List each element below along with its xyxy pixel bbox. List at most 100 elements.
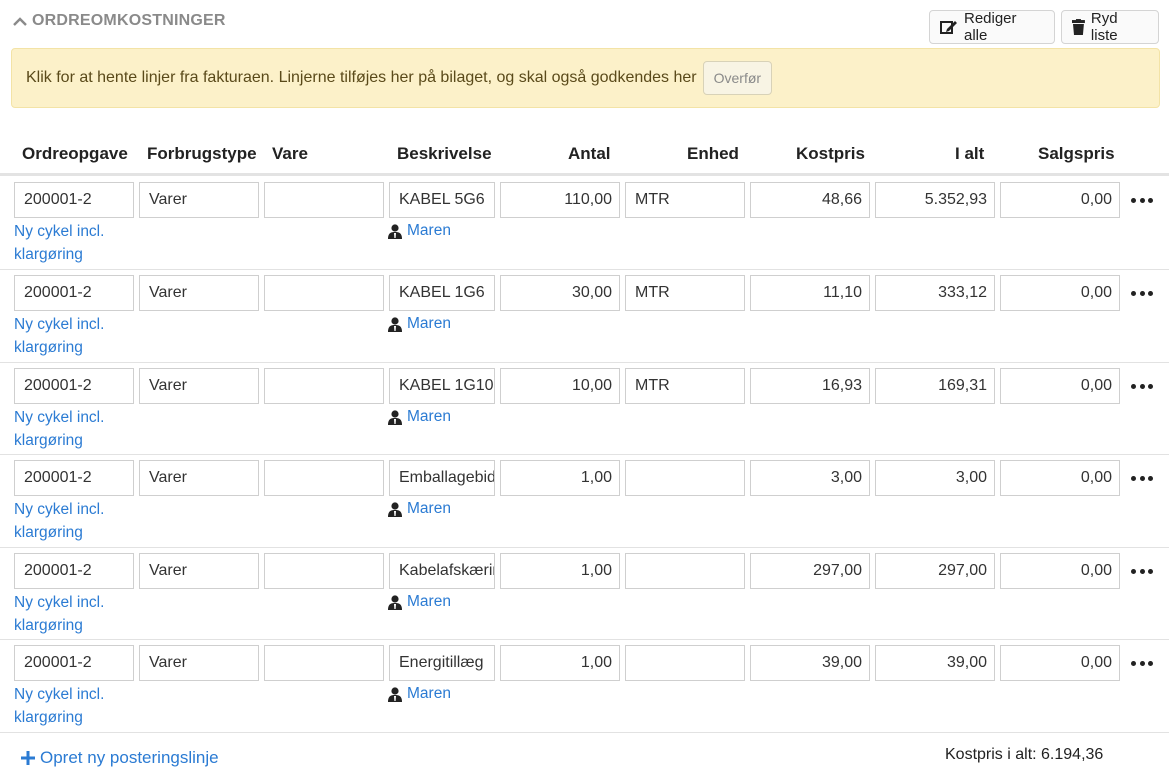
enhed-input[interactable]: MTR <box>625 275 745 311</box>
antal-input[interactable]: 110,00 <box>500 182 620 218</box>
notice-text: Klik for at hente linjer fra fakturaen. … <box>26 69 697 86</box>
vare-input[interactable] <box>264 182 384 218</box>
beskrivelse-input[interactable]: Kabelafskæring <box>389 553 495 589</box>
transfer-button[interactable]: Overfør <box>702 61 773 95</box>
new-line-button[interactable]: Opret ny posteringslinje <box>20 748 219 768</box>
more-dots-icon[interactable] <box>1131 655 1153 671</box>
i-alt-input[interactable]: 333,12 <box>875 275 995 311</box>
forbrugstype-input[interactable]: Varer <box>139 460 259 496</box>
kostpris-input[interactable]: 297,00 <box>750 553 870 589</box>
person-name: Maren <box>407 500 451 517</box>
task-link[interactable]: Ny cykel incl. <box>14 498 104 521</box>
forbrugstype-input[interactable]: Varer <box>139 553 259 589</box>
table-row: 200001-2 Varer KABEL 1G6 30,00 MTR 11,10 333,1… <box>0 271 1169 363</box>
vare-input[interactable] <box>264 553 384 589</box>
person-icon <box>388 223 402 239</box>
ordreopgave-input[interactable]: 200001-2 <box>14 368 134 404</box>
person-icon <box>388 316 402 332</box>
ordreopgave-input[interactable]: 200001-2 <box>14 182 134 218</box>
salgspris-input[interactable]: 0,00 <box>1000 368 1120 404</box>
task-link[interactable]: Ny cykel incl. <box>14 220 104 243</box>
task-link[interactable]: Ny cykel incl. <box>14 591 104 614</box>
antal-input[interactable]: 30,00 <box>500 275 620 311</box>
enhed-input[interactable] <box>625 460 745 496</box>
salgspris-input[interactable]: 0,00 <box>1000 275 1120 311</box>
column-header-enhed: Enhed <box>687 144 739 163</box>
more-dots-icon[interactable] <box>1131 192 1153 208</box>
beskrivelse-input[interactable]: Emballagebidrag <box>389 460 495 496</box>
i-alt-input[interactable]: 3,00 <box>875 460 995 496</box>
vare-input[interactable] <box>264 275 384 311</box>
task-link[interactable]: Ny cykel incl. <box>14 313 104 336</box>
antal-input[interactable]: 10,00 <box>500 368 620 404</box>
column-header-i-alt: I alt <box>955 144 985 163</box>
antal-input[interactable]: 1,00 <box>500 645 620 681</box>
antal-input[interactable]: 1,00 <box>500 460 620 496</box>
assigned-person-link[interactable]: Maren <box>388 500 451 518</box>
edit-all-button[interactable]: Rediger alle <box>929 10 1055 44</box>
kostpris-input[interactable]: 39,00 <box>750 645 870 681</box>
kostpris-input[interactable]: 3,00 <box>750 460 870 496</box>
kostpris-input[interactable]: 16,93 <box>750 368 870 404</box>
clear-list-button[interactable]: Ryd liste <box>1061 10 1159 44</box>
forbrugstype-input[interactable]: Varer <box>139 275 259 311</box>
more-dots-icon[interactable] <box>1131 563 1153 579</box>
section-toggle[interactable]: ORDREOMKOSTNINGER <box>12 12 226 30</box>
beskrivelse-input[interactable]: KABEL 1G6 <box>389 275 495 311</box>
ordreopgave-input[interactable]: 200001-2 <box>14 275 134 311</box>
task-link-continued[interactable]: klargøring <box>14 429 83 452</box>
forbrugstype-input[interactable]: Varer <box>139 368 259 404</box>
task-link[interactable]: Ny cykel incl. <box>14 406 104 429</box>
table-row: 200001-2 Varer Energitillæg 1,00 39,00 39,00 0… <box>0 641 1169 733</box>
enhed-input[interactable]: MTR <box>625 182 745 218</box>
table-row: 200001-2 Varer KABEL 1G10 10,00 MTR 16,93 169,… <box>0 364 1169 455</box>
vare-input[interactable] <box>264 645 384 681</box>
ordreopgave-input[interactable]: 200001-2 <box>14 460 134 496</box>
salgspris-input[interactable]: 0,00 <box>1000 182 1120 218</box>
assigned-person-link[interactable]: Maren <box>388 408 451 426</box>
beskrivelse-input[interactable]: KABEL 5G6 <box>389 182 495 218</box>
more-dots-icon[interactable] <box>1131 285 1153 301</box>
trash-icon <box>1072 19 1085 35</box>
i-alt-input[interactable]: 169,31 <box>875 368 995 404</box>
kostpris-input[interactable]: 48,66 <box>750 182 870 218</box>
vare-input[interactable] <box>264 460 384 496</box>
assigned-person-link[interactable]: Maren <box>388 315 451 333</box>
beskrivelse-input[interactable]: Energitillæg <box>389 645 495 681</box>
edit-icon <box>940 21 957 34</box>
forbrugstype-input[interactable]: Varer <box>139 182 259 218</box>
more-dots-icon[interactable] <box>1131 470 1153 486</box>
task-link-continued[interactable]: klargøring <box>14 336 83 359</box>
i-alt-input[interactable]: 297,00 <box>875 553 995 589</box>
person-icon <box>388 594 402 610</box>
edit-all-label: Rediger alle <box>963 10 1017 44</box>
salgspris-input[interactable]: 0,00 <box>1000 460 1120 496</box>
assigned-person-link[interactable]: Maren <box>388 593 451 611</box>
kostpris-input[interactable]: 11,10 <box>750 275 870 311</box>
task-link-continued[interactable]: klargøring <box>14 706 83 729</box>
salgspris-input[interactable]: 0,00 <box>1000 553 1120 589</box>
antal-input[interactable]: 1,00 <box>500 553 620 589</box>
enhed-input[interactable] <box>625 553 745 589</box>
assigned-person-link[interactable]: Maren <box>388 685 451 703</box>
enhed-input[interactable]: MTR <box>625 368 745 404</box>
vare-input[interactable] <box>264 368 384 404</box>
assigned-person-link[interactable]: Maren <box>388 222 451 240</box>
task-link[interactable]: Ny cykel incl. <box>14 683 104 706</box>
more-dots-icon[interactable] <box>1131 378 1153 394</box>
beskrivelse-input[interactable]: KABEL 1G10 <box>389 368 495 404</box>
ordreopgave-input[interactable]: 200001-2 <box>14 645 134 681</box>
salgspris-input[interactable]: 0,00 <box>1000 645 1120 681</box>
i-alt-input[interactable]: 39,00 <box>875 645 995 681</box>
task-link-continued[interactable]: klargøring <box>14 243 83 266</box>
task-link-continued[interactable]: klargøring <box>14 521 83 544</box>
ordreopgave-input[interactable]: 200001-2 <box>14 553 134 589</box>
clear-list-label: Ryd liste <box>1090 10 1118 44</box>
table-row: 200001-2 Varer KABEL 5G6 110,00 MTR 48,66 5.35… <box>0 178 1169 270</box>
enhed-input[interactable] <box>625 645 745 681</box>
forbrugstype-input[interactable]: Varer <box>139 645 259 681</box>
i-alt-input[interactable]: 5.352,93 <box>875 182 995 218</box>
column-header-antal: Antal <box>568 144 611 163</box>
column-header-forbrugstype: Forbrugstype <box>147 144 257 163</box>
task-link-continued[interactable]: klargøring <box>14 614 83 637</box>
